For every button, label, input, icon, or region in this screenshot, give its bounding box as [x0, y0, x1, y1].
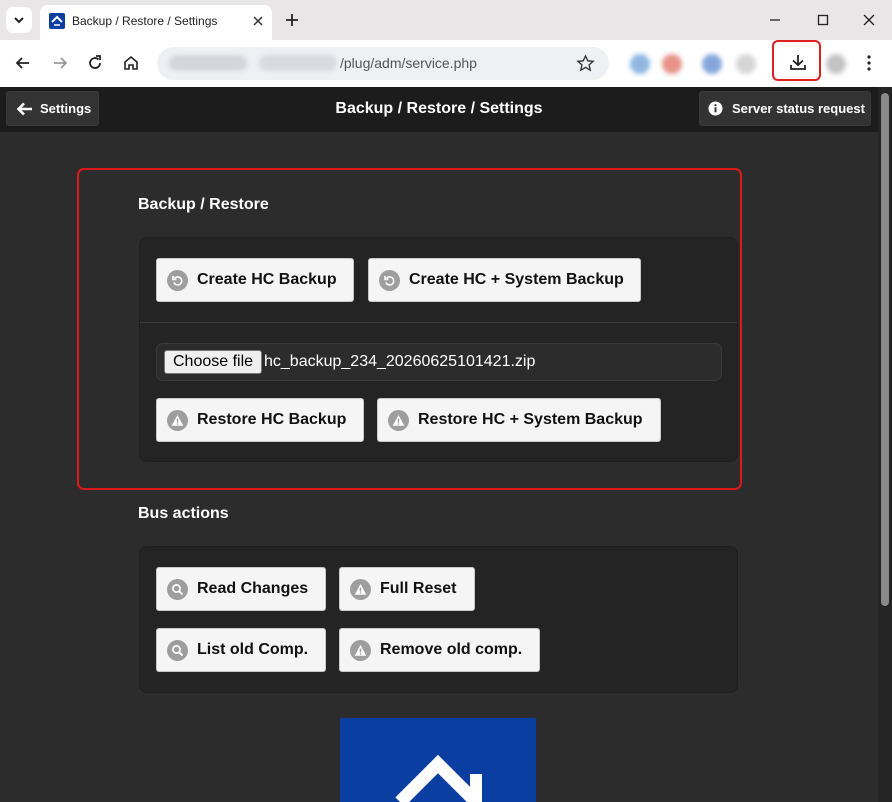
selected-file-name: hc_backup_234_20260625101421.zip	[264, 353, 536, 370]
restore-hc-system-backup-label: Restore HC + System Backup	[418, 411, 643, 428]
back-arrow-icon[interactable]	[13, 53, 33, 73]
tab-strip: Backup / Restore / Settings	[0, 0, 892, 40]
bookmark-star-icon[interactable]	[576, 54, 595, 73]
tab-search-button[interactable]	[6, 7, 32, 33]
read-changes-label: Read Changes	[197, 580, 309, 597]
create-hc-system-backup-button[interactable]: Create HC + System Backup	[368, 258, 641, 302]
undo-icon	[167, 269, 188, 291]
minimize-icon[interactable]	[767, 12, 783, 28]
page-content: Settings Backup / Restore / Settings Ser…	[0, 87, 892, 802]
browser-tab[interactable]: Backup / Restore / Settings	[40, 5, 272, 40]
server-status-label: Server status request	[732, 101, 865, 116]
warning-icon	[350, 578, 371, 600]
chevron-down-icon	[14, 17, 24, 24]
home-icon[interactable]	[121, 53, 141, 73]
url-host	[259, 55, 337, 71]
remove-old-comp-label: Remove old comp.	[380, 641, 523, 658]
create-hc-system-backup-label: Create HC + System Backup	[409, 271, 624, 288]
page-scrollbar[interactable]	[878, 87, 892, 802]
info-icon	[708, 101, 723, 116]
home-logo	[340, 718, 536, 802]
create-hc-backup-label: Create HC Backup	[197, 271, 337, 288]
browser-toolbar: /plug/adm/service.php	[0, 40, 892, 87]
site-favicon-icon	[49, 13, 65, 29]
restore-hc-backup-button[interactable]: Restore HC Backup	[156, 398, 364, 442]
site-info-chip[interactable]	[169, 55, 247, 71]
panel-divider	[140, 322, 737, 323]
warning-icon	[350, 639, 371, 661]
new-tab-icon[interactable]	[283, 11, 301, 29]
extension-icon[interactable]	[662, 54, 682, 74]
reload-icon[interactable]	[85, 53, 105, 73]
list-old-comp-button[interactable]: List old Comp.	[156, 628, 326, 672]
create-hc-backup-button[interactable]: Create HC Backup	[156, 258, 354, 302]
close-tab-icon[interactable]	[250, 13, 266, 29]
undo-icon	[379, 269, 400, 291]
download-icon	[790, 55, 806, 70]
extension-icon[interactable]	[630, 54, 650, 74]
maximize-icon[interactable]	[815, 12, 831, 28]
backup-panel: Create HC Backup Create HC + System Back…	[139, 237, 738, 462]
downloads-button[interactable]	[772, 40, 821, 81]
close-window-icon[interactable]	[861, 12, 877, 28]
restore-hc-system-backup-button[interactable]: Restore HC + System Backup	[377, 398, 661, 442]
backup-section-title: Backup / Restore	[138, 196, 269, 213]
server-status-button[interactable]: Server status request	[699, 91, 871, 126]
full-reset-button[interactable]: Full Reset	[339, 567, 475, 611]
bus-panel: Read Changes Full Reset List old Comp. R…	[139, 546, 738, 693]
search-icon	[167, 578, 188, 600]
page-header: Settings Backup / Restore / Settings Ser…	[0, 87, 878, 132]
scroll-thumb[interactable]	[881, 93, 889, 606]
list-old-comp-label: List old Comp.	[197, 641, 309, 658]
remove-old-comp-button[interactable]: Remove old comp.	[339, 628, 540, 672]
house-icon	[395, 754, 482, 802]
read-changes-button[interactable]: Read Changes	[156, 567, 326, 611]
warning-icon	[167, 409, 188, 431]
profile-avatar[interactable]	[826, 54, 846, 74]
url-path: /plug/adm/service.php	[340, 55, 477, 71]
choose-file-button[interactable]: Choose file	[164, 350, 263, 374]
tab-title: Backup / Restore / Settings	[72, 14, 218, 28]
extension-icon[interactable]	[736, 54, 756, 74]
restore-hc-backup-label: Restore HC Backup	[197, 411, 347, 428]
warning-icon	[388, 409, 409, 431]
bus-section-title: Bus actions	[138, 505, 229, 522]
search-icon	[167, 639, 188, 661]
forward-arrow-icon[interactable]	[50, 53, 70, 73]
address-bar[interactable]: /plug/adm/service.php	[157, 47, 609, 80]
browser-menu-icon[interactable]	[862, 54, 876, 72]
extension-icon[interactable]	[702, 54, 722, 74]
backup-file-input: Choose file hc_backup_234_20260625101421…	[156, 343, 722, 381]
full-reset-label: Full Reset	[380, 580, 457, 597]
